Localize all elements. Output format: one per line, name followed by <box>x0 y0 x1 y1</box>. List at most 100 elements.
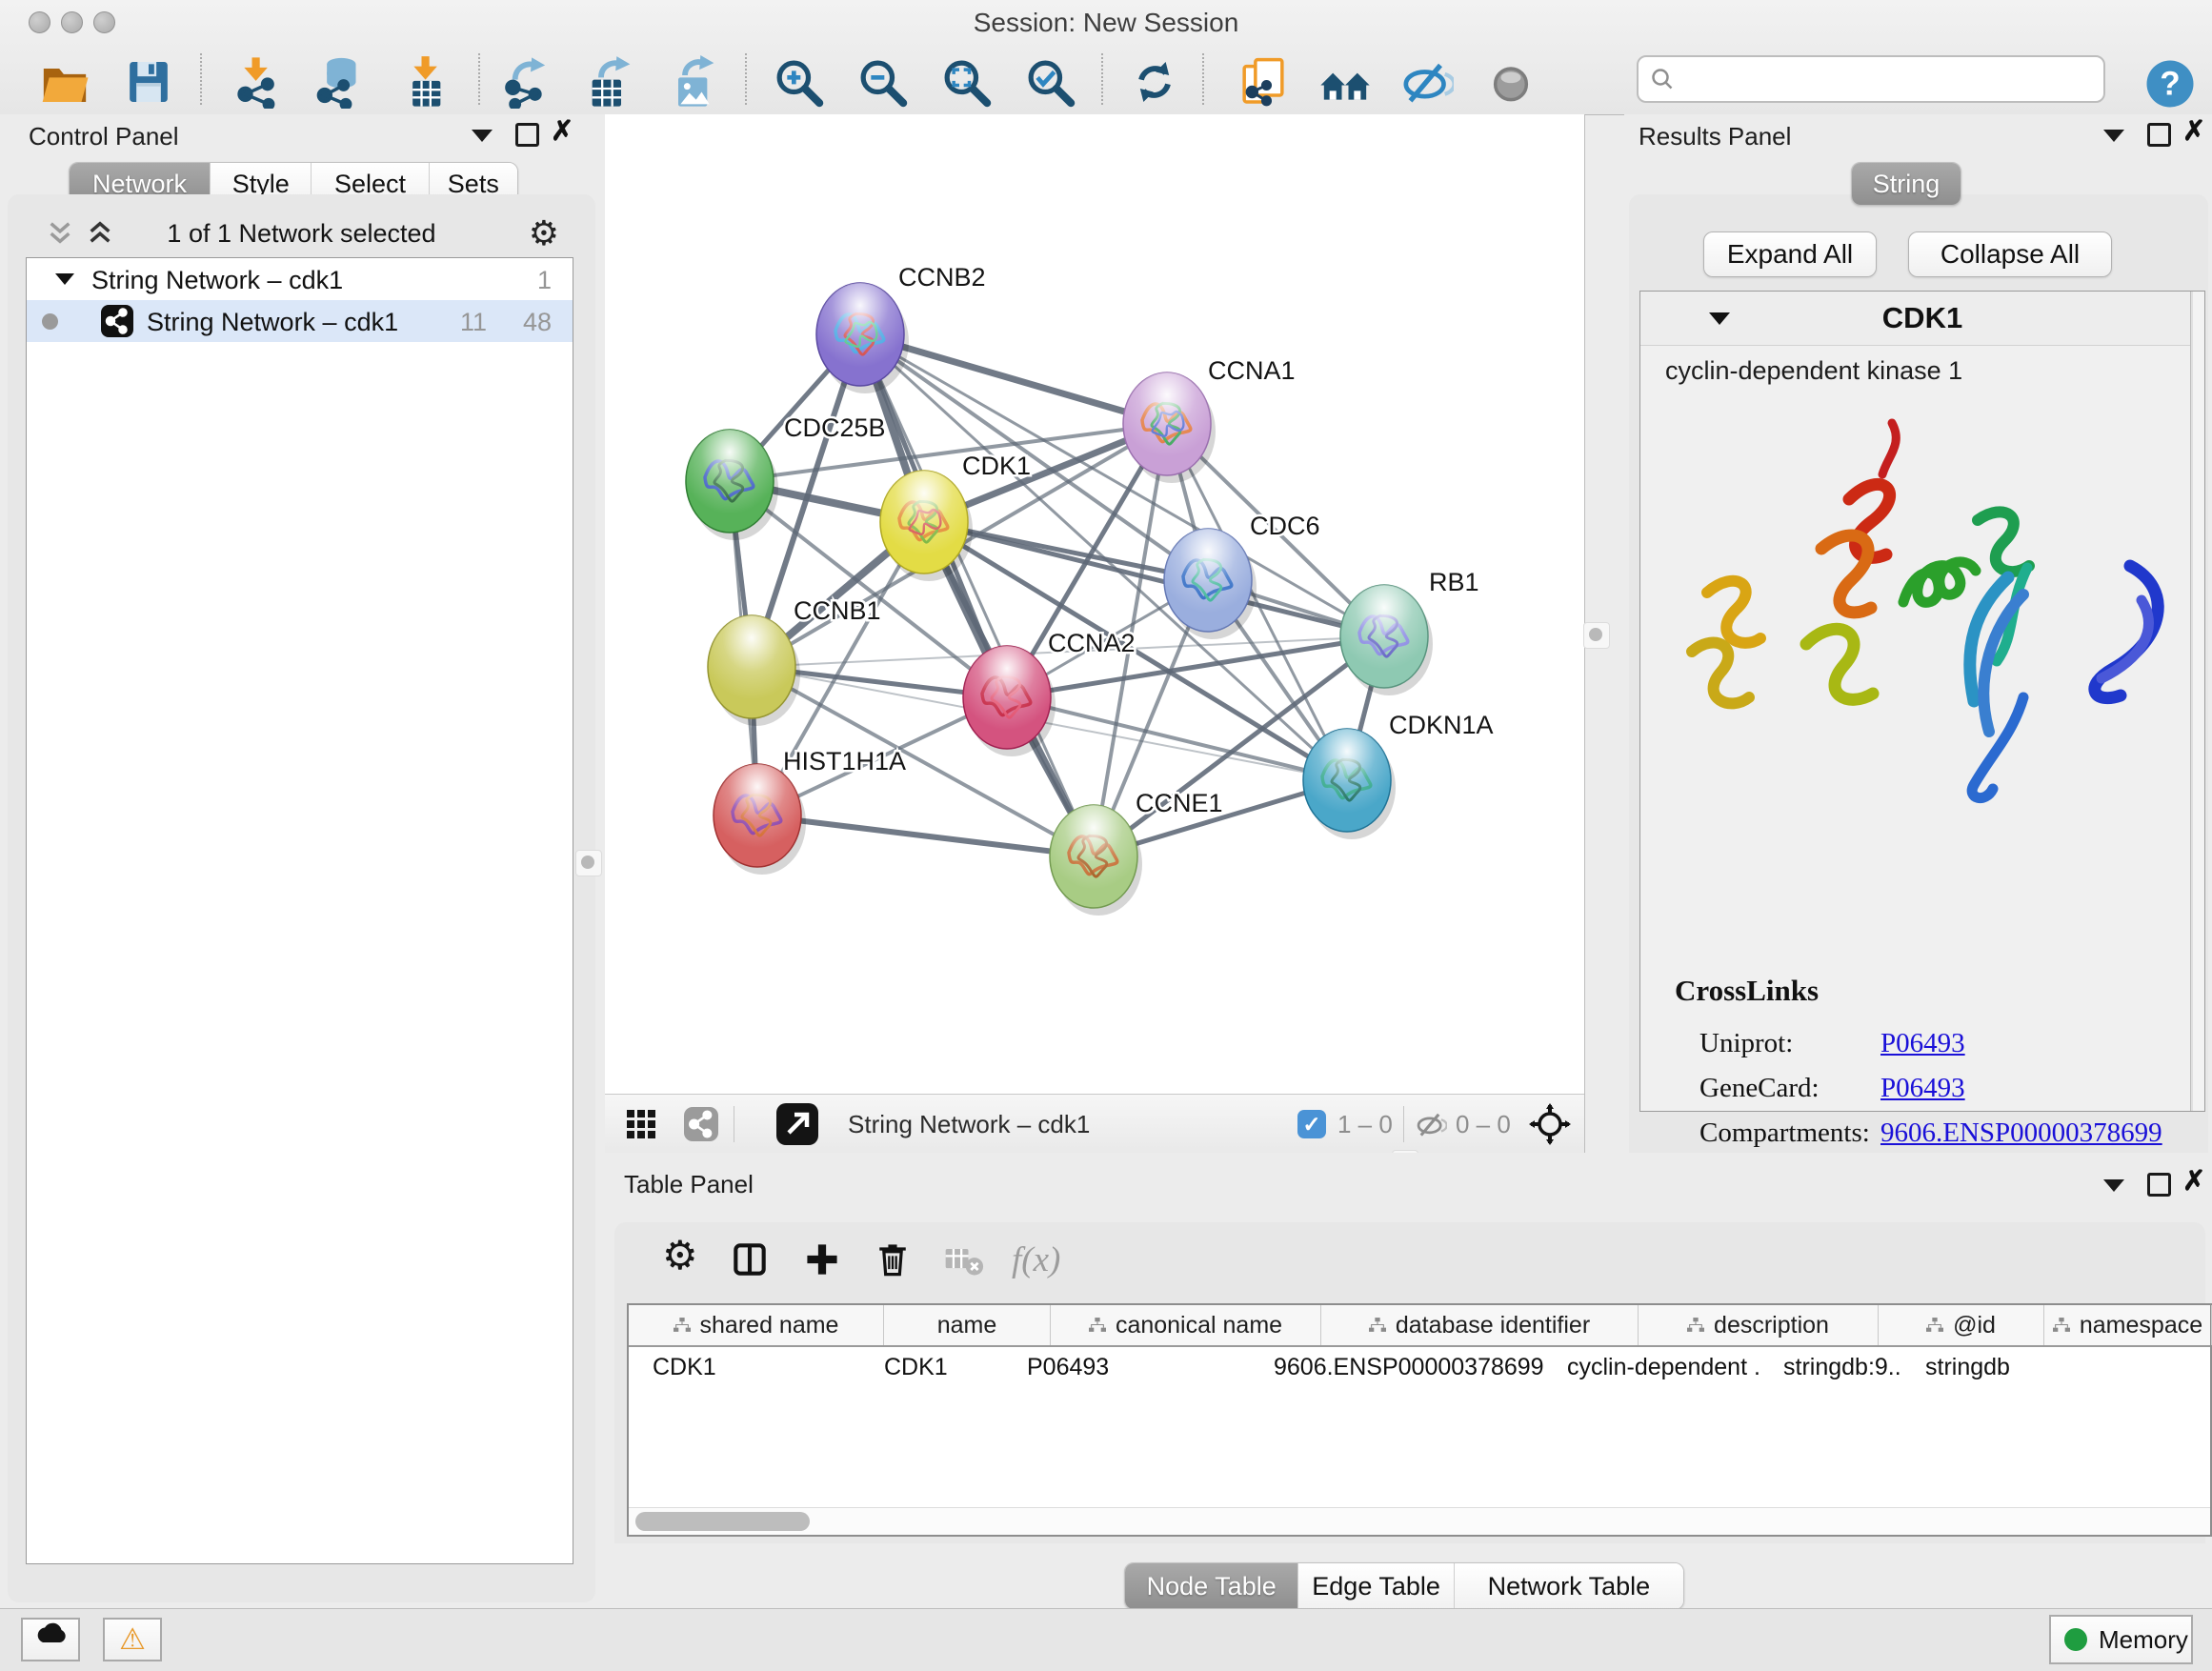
network-options-gear-icon[interactable]: ⚙ <box>529 213 559 253</box>
panel-float-icon[interactable] <box>2147 1173 2171 1197</box>
panel-close-icon[interactable]: ✗ <box>2182 122 2205 141</box>
expand-all-button[interactable]: Expand All <box>1703 232 1877 277</box>
houses-icon <box>1318 55 1372 109</box>
network-node-CCNE1[interactable] <box>1050 805 1142 916</box>
export-network-button[interactable] <box>497 55 551 109</box>
delete-column-button[interactable] <box>872 1238 914 1280</box>
first-neighbors-button[interactable] <box>1237 55 1290 109</box>
zoom-fit-button[interactable] <box>939 55 993 109</box>
zoom-out-icon <box>855 55 909 109</box>
network-node-CDC25B[interactable] <box>686 430 778 540</box>
network-node-CCNA1[interactable] <box>1123 372 1216 483</box>
column-type-icon <box>1687 1312 1704 1339</box>
network-node-CDC6[interactable] <box>1164 529 1257 639</box>
tab-node-table[interactable]: Node Table <box>1125 1563 1298 1609</box>
grid-view-icon[interactable] <box>627 1110 655 1138</box>
help-button[interactable]: ? <box>2143 57 2197 111</box>
network-node-RB1[interactable] <box>1340 585 1433 695</box>
add-column-button[interactable] <box>801 1238 843 1280</box>
table-options-gear-icon[interactable]: ⚙ <box>662 1232 698 1278</box>
import-network-file-button[interactable] <box>229 55 282 109</box>
node-label-HIST1H1A: HIST1H1A <box>783 747 906 775</box>
node-details-header[interactable]: CDK1 <box>1640 292 2204 346</box>
selected-checkbox-icon[interactable]: ✓ <box>1297 1110 1326 1138</box>
protein-structure-image <box>1654 406 2187 815</box>
network-row-selected[interactable]: String Network – cdk1 11 48 <box>27 300 573 342</box>
import-network-database-button[interactable] <box>312 55 366 109</box>
save-session-button[interactable] <box>122 55 175 109</box>
show-all-button[interactable] <box>1484 55 1538 109</box>
table-column-header[interactable]: shared name <box>629 1305 884 1345</box>
toolbar-separator <box>745 53 747 105</box>
tab-string[interactable]: String <box>1852 163 1961 205</box>
panel-menu-icon[interactable] <box>2103 1179 2124 1192</box>
warning-button[interactable]: ⚠ <box>103 1618 162 1661</box>
network-node-CDKN1A[interactable] <box>1303 729 1396 839</box>
node-label-CCNB1: CCNB1 <box>794 596 881 625</box>
import-table-button[interactable] <box>398 55 452 109</box>
results-scrollbar[interactable] <box>2190 292 2204 1111</box>
zoom-out-button[interactable] <box>855 55 909 109</box>
zoom-selected-button[interactable] <box>1023 55 1076 109</box>
refresh-button[interactable] <box>1128 55 1181 109</box>
network-node-CDK1[interactable] <box>880 471 973 581</box>
network-tree: String Network – cdk1 1 String Network –… <box>26 257 573 1564</box>
table-column-header[interactable]: database identifier <box>1321 1305 1639 1345</box>
home-pages-button[interactable] <box>1318 55 1372 109</box>
show-columns-button[interactable] <box>729 1238 771 1280</box>
scrollbar-thumb[interactable] <box>635 1512 810 1531</box>
panel-menu-icon[interactable] <box>2103 130 2124 142</box>
panel-close-icon[interactable]: ✗ <box>2182 1172 2205 1191</box>
left-splitter-handle[interactable] <box>575 850 602 876</box>
hidden-eye-icon[interactable] <box>1415 1110 1447 1138</box>
crosslink-link[interactable]: 9606.ENSP00000378699 <box>1880 1117 2162 1149</box>
cloud-status-button[interactable] <box>21 1618 80 1661</box>
zoom-in-button[interactable] <box>772 55 825 109</box>
network-edge[interactable] <box>757 815 1094 856</box>
network-node-HIST1H1A[interactable] <box>714 764 806 875</box>
node-label-CCNB2: CCNB2 <box>898 263 986 292</box>
table-column-header[interactable]: name <box>884 1305 1051 1345</box>
collapse-all-button[interactable]: Collapse All <box>1908 232 2112 277</box>
panel-close-icon[interactable]: ✗ <box>551 122 573 141</box>
network-node-CCNB2[interactable] <box>816 283 909 393</box>
table-panel: Table Panel ✗ ⚙ f(x) shared namenamecano… <box>605 1153 2212 1608</box>
network-collection-row[interactable]: String Network – cdk1 1 <box>27 258 573 300</box>
document-network-icon <box>1237 55 1290 109</box>
table-column-header[interactable]: canonical name <box>1051 1305 1321 1345</box>
network-node-CCNA2[interactable] <box>963 646 1056 756</box>
tab-network-table[interactable]: Network Table <box>1455 1563 1683 1609</box>
network-canvas[interactable]: CCNB2CCNA1CDC25BCDK1CDC6RB1CCNB1CCNA2CDK… <box>605 114 1584 1094</box>
table-row[interactable]: CDK1CDK1P064939606.ENSP00000378699cyclin… <box>629 1347 2210 1387</box>
delete-table-button[interactable] <box>942 1238 984 1280</box>
table-horizontal-scrollbar[interactable] <box>629 1507 2210 1535</box>
open-session-button[interactable] <box>38 55 91 109</box>
network-node-CCNB1[interactable] <box>708 615 800 726</box>
network-edge[interactable] <box>860 334 1094 856</box>
table-column-header[interactable]: namespace <box>2044 1305 2212 1345</box>
edge-count: 48 <box>523 308 552 337</box>
crosslink-link[interactable]: P06493 <box>1880 1028 1965 1059</box>
tree-expand-icon[interactable] <box>55 273 74 285</box>
function-builder-button[interactable]: f(x) <box>1012 1239 1060 1280</box>
hide-selected-button[interactable] <box>1400 55 1454 109</box>
export-image-button[interactable] <box>665 55 718 109</box>
memory-button[interactable]: Memory <box>2049 1615 2193 1664</box>
table-column-header[interactable]: description <box>1639 1305 1879 1345</box>
network-label: String Network – cdk1 <box>147 308 398 337</box>
birds-eye-crosshair-icon[interactable] <box>1529 1103 1571 1145</box>
detach-view-button[interactable] <box>776 1103 818 1145</box>
panel-menu-icon[interactable] <box>472 130 493 142</box>
cloud-icon <box>33 1620 68 1644</box>
right-splitter-handle[interactable] <box>1583 622 1610 649</box>
panel-float-icon[interactable] <box>515 123 539 147</box>
panel-float-icon[interactable] <box>2147 123 2171 147</box>
tab-edge-table[interactable]: Edge Table <box>1298 1563 1454 1609</box>
search-input[interactable] <box>1637 55 2105 103</box>
open-folder-icon <box>38 55 91 109</box>
column-label: database identifier <box>1396 1312 1590 1339</box>
crosslink-link[interactable]: P06493 <box>1880 1073 1965 1104</box>
table-column-header[interactable]: @id <box>1879 1305 2044 1345</box>
export-table-button[interactable] <box>581 55 634 109</box>
network-view-share-icon[interactable] <box>684 1107 718 1141</box>
